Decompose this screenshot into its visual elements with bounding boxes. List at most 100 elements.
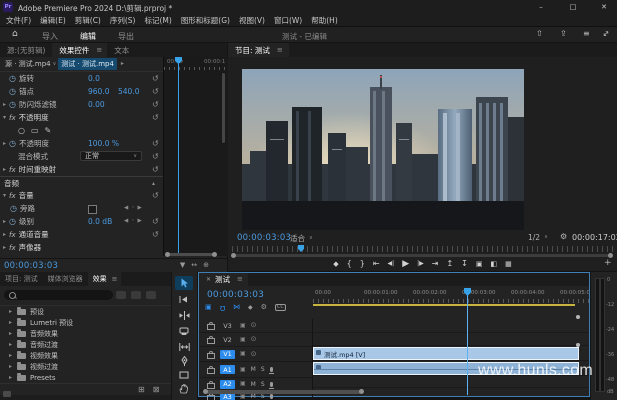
tool-selection[interactable] [175, 276, 193, 290]
collapse-section-icon[interactable]: ▴ [152, 181, 155, 187]
timeline-timecode[interactable]: 00:00:03:03 [207, 290, 264, 300]
mute-button[interactable]: M [251, 393, 256, 400]
ellipse-mask-icon[interactable]: ○ [18, 127, 25, 135]
keyframe-playhead[interactable] [178, 57, 179, 256]
zoom-icon[interactable]: ⊕ [203, 262, 209, 269]
tab-media-browser[interactable]: 媒体浏览器 [43, 272, 88, 286]
tab-sequence[interactable]: ✕ 测试 [199, 273, 237, 286]
go-to-out-icon[interactable]: ⇥ [432, 260, 439, 268]
pen-mask-icon[interactable]: ✎ [45, 127, 52, 135]
step-forward-icon[interactable]: |▶ [417, 261, 424, 267]
track-lock-icon[interactable] [207, 383, 215, 389]
voiceover-record-icon[interactable] [270, 394, 273, 399]
sync-lock-icon[interactable]: ▣ [240, 381, 246, 387]
workspace-tab-export[interactable]: 导出 [118, 31, 134, 42]
rectangle-mask-icon[interactable]: ▭ [31, 127, 39, 135]
reset-icon[interactable]: ↺ [152, 231, 159, 239]
track-visibility-icon[interactable]: ⊙ [251, 336, 257, 343]
bypass-checkbox[interactable] [88, 205, 97, 214]
panel-menu-icon[interactable]: ≡ [96, 43, 107, 57]
opacity-value[interactable]: 100.0 % [88, 139, 119, 148]
keyframe-lane-scrollbar[interactable] [168, 253, 214, 256]
expand-icon[interactable]: ▸ [0, 167, 9, 173]
menu-window[interactable]: 窗口(W) [274, 15, 302, 26]
voiceover-record-icon[interactable] [270, 382, 273, 387]
add-keyframe-icon[interactable]: ◦ [131, 219, 134, 225]
sync-lock-icon[interactable]: ▣ [240, 351, 246, 357]
bin-row-presets[interactable]: ▸预设 [0, 306, 171, 317]
workspaces-icon[interactable]: ≡ [583, 30, 590, 38]
extract-icon[interactable]: ↧ [461, 260, 468, 268]
track-visibility-icon[interactable]: ⊙ [251, 351, 257, 358]
tab-effects[interactable]: 效果 [88, 272, 112, 286]
video-clip[interactable]: 测试.mp4 [V] [313, 347, 579, 360]
solo-button[interactable]: S [261, 366, 265, 373]
home-icon[interactable]: ⌂ [12, 30, 18, 39]
blend-mode-dropdown[interactable]: 正常 ∨ [80, 151, 142, 161]
tab-text[interactable]: 文本 [107, 43, 136, 57]
reset-icon[interactable]: ↺ [152, 75, 159, 83]
tab-effect-controls[interactable]: 效果控件 [52, 43, 96, 57]
mute-button[interactable]: M [251, 366, 256, 373]
accelerated-effects-badge[interactable] [116, 291, 126, 299]
sync-lock-icon[interactable]: ▣ [240, 337, 246, 343]
next-keyframe-icon[interactable]: ▶ [137, 206, 141, 212]
track-lock-icon[interactable] [207, 368, 215, 374]
bin-row-user-presets[interactable]: ▸Presets [0, 372, 171, 383]
anchor-x-value[interactable]: 960.0 [88, 87, 109, 96]
filter-properties-icon[interactable]: ▼ [180, 262, 185, 269]
timeline-settings-wrench-icon[interactable]: ⚙ [261, 304, 267, 311]
scrollbar-handle-right[interactable] [359, 389, 364, 394]
track-target-a2[interactable]: A2 [220, 380, 235, 389]
mute-button[interactable]: M [251, 381, 256, 388]
panel-menu-icon[interactable]: ≡ [237, 273, 248, 286]
nest-insert-icon[interactable]: ▣ [205, 304, 212, 311]
collapse-icon[interactable]: ▾ [0, 193, 9, 199]
mark-in-icon[interactable]: { [347, 260, 352, 268]
stopwatch-icon[interactable]: ◷ [9, 87, 16, 96]
track-lock-icon[interactable] [207, 395, 215, 400]
anchor-y-value[interactable]: 540.0 [118, 87, 139, 96]
solo-button[interactable]: S [261, 381, 265, 388]
prev-keyframe-icon[interactable]: ◀ [124, 219, 128, 225]
reset-icon[interactable]: ↺ [152, 166, 159, 174]
program-timecode[interactable]: 00:00:03:03 [237, 233, 291, 243]
fx-badge[interactable]: fx [9, 231, 16, 239]
stopwatch-icon[interactable]: ◷ [9, 74, 16, 83]
new-bin-icon[interactable]: ⊞ [138, 386, 145, 394]
track-visibility-icon[interactable]: ⊙ [251, 322, 257, 329]
show-keyframes-icon[interactable]: ▸ [121, 61, 124, 67]
close-button[interactable]: ✕ [591, 0, 617, 14]
step-back-icon[interactable]: ◀| [388, 261, 395, 267]
add-marker-icon[interactable]: ◆ [333, 261, 338, 268]
bin-row-audio-transitions[interactable]: ▸音频过渡 [0, 339, 171, 350]
track-lock-icon[interactable] [207, 324, 215, 330]
menu-sequence[interactable]: 序列(S) [110, 15, 136, 26]
export-frame-icon[interactable]: ▣ [476, 261, 483, 268]
sync-lock-icon[interactable]: ▣ [240, 367, 246, 373]
search-input[interactable] [19, 291, 99, 299]
scrollbar-handle-left[interactable] [165, 252, 170, 257]
menu-clip[interactable]: 剪辑(C) [75, 15, 101, 26]
clip-handle[interactable] [576, 315, 580, 319]
tab-source-monitor[interactable]: 源:(无剪辑) [0, 43, 52, 57]
share-icon[interactable]: ⇪ [560, 30, 567, 38]
timeline-playhead[interactable] [467, 288, 468, 395]
linked-selection-icon[interactable]: ⋈ [233, 304, 240, 311]
reset-icon[interactable]: ↺ [152, 218, 159, 226]
panel-menu-icon[interactable]: ≡ [112, 272, 122, 286]
scrollbar-handle-left[interactable] [203, 389, 208, 394]
level-value[interactable]: 0.0 dB [88, 217, 112, 226]
tab-program-monitor[interactable]: 节目: 测试 [228, 43, 277, 57]
close-tab-icon[interactable]: ✕ [206, 277, 211, 283]
lift-icon[interactable]: ↥ [446, 260, 453, 268]
reset-icon[interactable]: ↺ [152, 192, 159, 200]
fx-badge[interactable]: fx [9, 166, 16, 174]
chevron-down-icon[interactable]: ∨ [53, 62, 57, 67]
track-lock-icon[interactable] [207, 353, 215, 359]
fx-badge[interactable]: fx [9, 244, 16, 252]
32bit-badge[interactable] [131, 291, 141, 299]
captions-icon[interactable]: CC [275, 304, 286, 311]
track-target-v3[interactable]: V3 [220, 321, 235, 330]
scrollbar-handle-right[interactable] [212, 252, 217, 257]
